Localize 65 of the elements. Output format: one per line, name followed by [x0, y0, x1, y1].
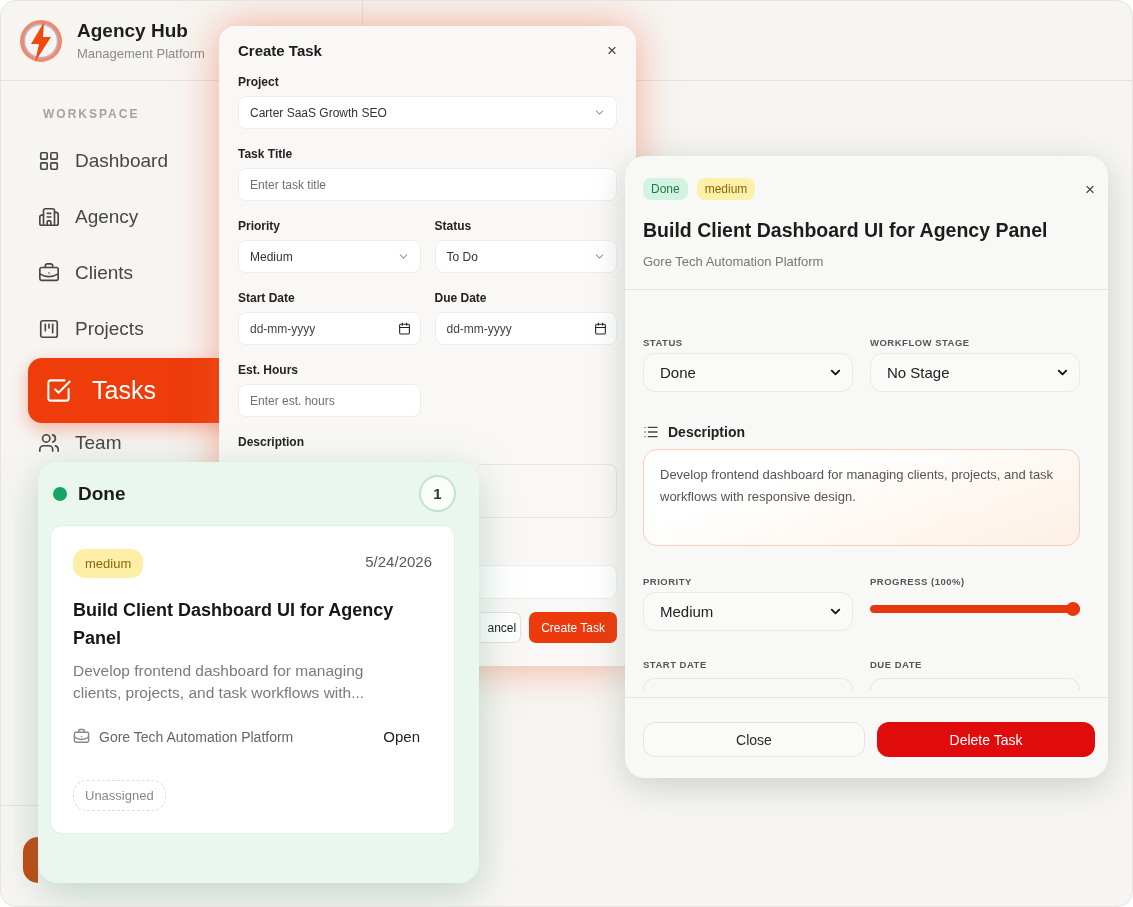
select-field[interactable]: Carter SaaS Growth SEO	[238, 96, 617, 129]
select-field[interactable]: Done	[643, 353, 853, 392]
lightning-logo-icon	[19, 17, 63, 64]
nav-icon	[38, 206, 60, 228]
close-button[interactable]: Close	[643, 722, 865, 757]
field-label: START DATE	[643, 659, 708, 670]
calendar-icon	[594, 322, 607, 335]
date-field[interactable]: dd-mm-yyyy	[238, 312, 421, 345]
nav-icon	[38, 262, 60, 284]
task-title: Build Client Dashboard UI for Agency Panel	[73, 599, 395, 650]
dialog-title: Create Task	[238, 42, 322, 59]
field-label: Status	[434, 219, 473, 233]
field-label: WORKFLOW STAGE	[870, 337, 971, 348]
description-field[interactable]: Develop frontend dashboard for managing clients, projects, and task workflows with responsive design.	[643, 449, 1080, 546]
cancel-button[interactable]: ancel	[481, 612, 522, 643]
textarea-field[interactable]	[479, 464, 617, 518]
project-name: Gore Tech Automation Platform	[643, 254, 825, 269]
list-icon	[643, 424, 659, 440]
field-label: Project	[238, 75, 280, 89]
priority-tag: medium	[696, 178, 756, 200]
brand-name: Agency Hub	[77, 20, 189, 42]
delete-button[interactable]: Delete Task	[877, 722, 1095, 757]
task-description: Develop frontend dashboard for managing clients, projects, and task workflows with...	[73, 661, 366, 703]
briefcase-icon	[73, 728, 90, 745]
status-tag: Done	[643, 178, 688, 200]
select-field[interactable]: Medium	[238, 240, 421, 273]
field-label: Est. Hours	[238, 363, 299, 377]
section-heading: Description	[668, 424, 745, 440]
field-label: Task Title	[238, 147, 294, 161]
column-title: Done	[78, 482, 127, 505]
status-dot	[53, 486, 67, 501]
date-field[interactable]: dd-mm-yyyy	[434, 312, 617, 345]
field-label: PROGRESS (100%)	[870, 576, 966, 587]
priority-tag: medium	[73, 549, 144, 578]
field-label: Due Date	[434, 291, 488, 305]
field-label: DUE DATE	[870, 659, 923, 670]
section-label: WORKSPACE	[43, 107, 140, 121]
task-title: Build Client Dashboard UI for Agency Panel	[643, 219, 1049, 242]
field-label: STATUS	[643, 337, 684, 348]
task-card[interactable]: medium 5/24/2026 Build Client Dashboard UI for Agency Panel Develop frontend dashboard for managing clients, projects, and task workflows with... Gore Tech Automation Platform Open Unassigned	[50, 525, 455, 834]
input-field[interactable]	[479, 565, 617, 599]
field-label: Start Date	[238, 291, 296, 305]
nav-icon	[38, 150, 60, 172]
slider-thumb[interactable]	[1066, 602, 1080, 616]
input-field[interactable]: Enter est. hours	[238, 384, 421, 417]
project-name: Gore Tech Automation Platform	[99, 728, 295, 745]
input-field[interactable]: Enter task title	[238, 168, 617, 201]
brand-tagline: Management Platform	[77, 46, 205, 61]
calendar-icon	[397, 322, 411, 335]
nav-icon	[45, 377, 72, 404]
avatar[interactable]	[23, 837, 38, 883]
close-button[interactable]: ×	[607, 42, 617, 59]
create-task-button[interactable]: Create Task	[529, 612, 617, 643]
field-label: Description	[238, 435, 305, 449]
select-field[interactable]: No Stage	[870, 353, 1080, 392]
nav-icon	[38, 318, 60, 340]
field-label: PRIORITY	[643, 576, 693, 587]
open-link[interactable]: Open	[383, 728, 420, 745]
due-date: 5/24/2026	[365, 553, 432, 570]
select-field[interactable]: To Do	[434, 240, 617, 273]
select-field[interactable]: Medium	[643, 592, 853, 631]
close-button[interactable]: ×	[1085, 180, 1095, 198]
field-label: Priority	[238, 219, 281, 233]
nav-icon	[38, 432, 60, 454]
task-count: 1	[419, 475, 456, 512]
